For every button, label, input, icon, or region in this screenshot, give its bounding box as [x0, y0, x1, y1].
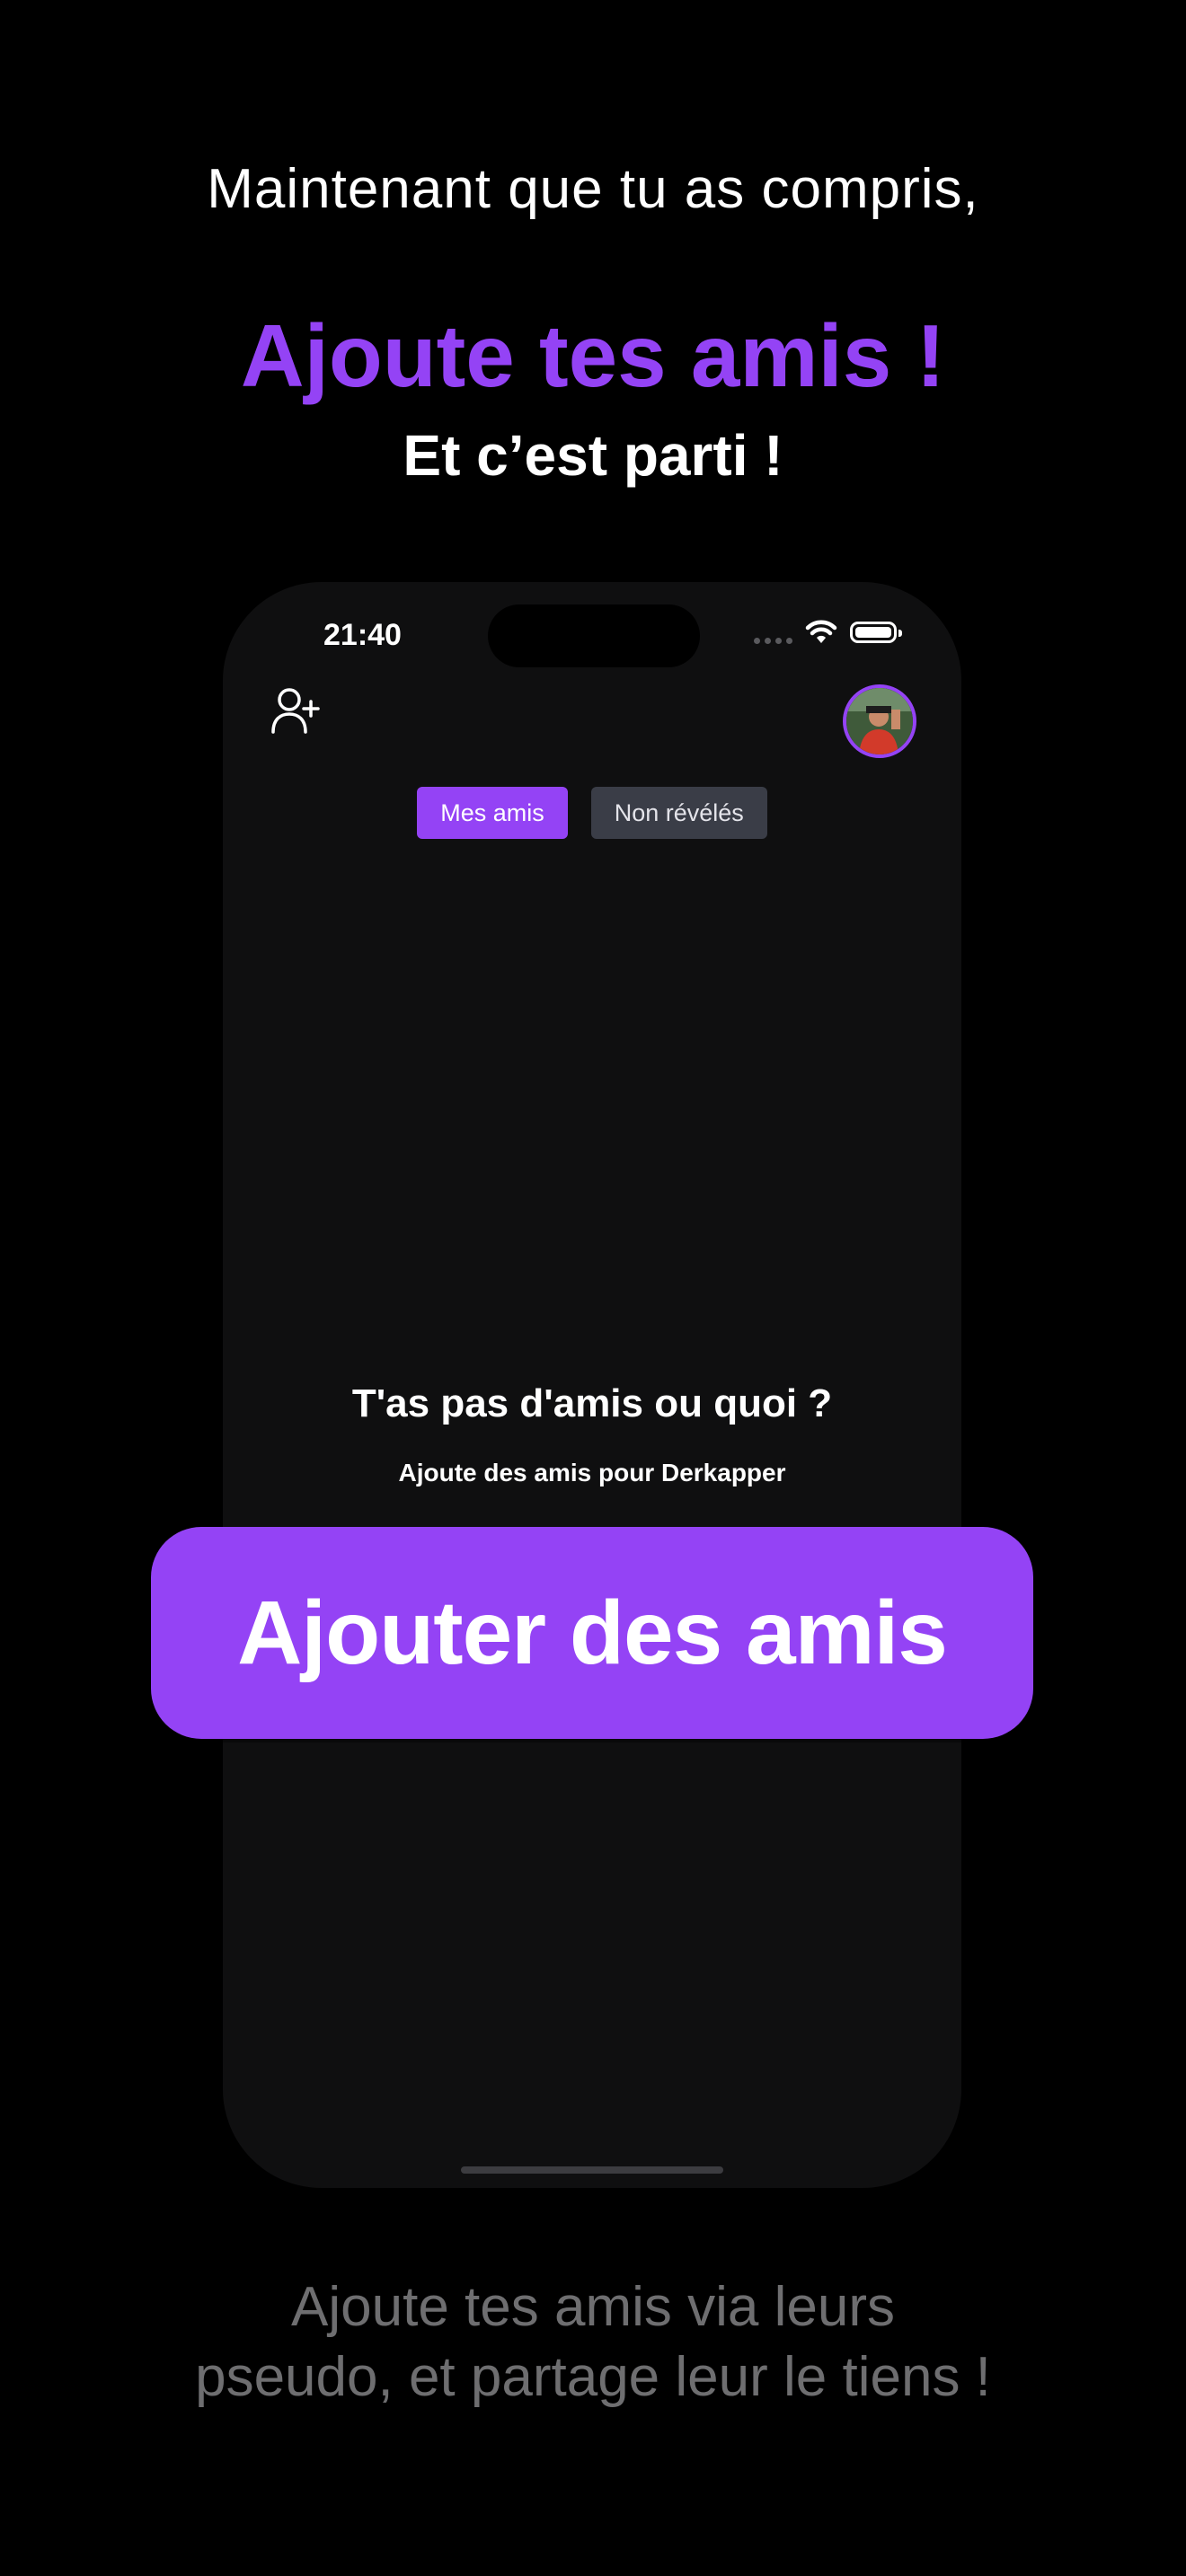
- empty-state-subtitle: Ajoute des amis pour Derkapper: [398, 1459, 786, 1486]
- empty-state-title: T'as pas d'amis ou quoi ?: [351, 1381, 833, 1425]
- battery-icon: [850, 622, 902, 643]
- footer-line-1: Ajoute tes amis via leurs: [291, 2276, 895, 2338]
- footer-text: Ajoute tes amis via leurs pseudo, et par…: [0, 2272, 1186, 2413]
- add-user-icon[interactable]: [270, 685, 320, 736]
- headline: Ajoute tes amis !: [240, 306, 946, 405]
- avatar-image: [846, 688, 913, 754]
- tab-non-reveles[interactable]: Non révélés: [590, 787, 767, 839]
- phone-mockup: 21:40 Mes amis Non révélés T'as pas d'am…: [223, 582, 961, 2188]
- wifi-icon: [805, 620, 837, 643]
- avatar[interactable]: [843, 684, 916, 758]
- add-friends-button[interactable]: Ajouter des amis: [151, 1527, 1033, 1739]
- tab-mes-amis[interactable]: Mes amis: [417, 787, 568, 839]
- tab-bar: Mes amis Non révélés: [223, 787, 961, 839]
- dynamic-island: [488, 604, 700, 667]
- status-icons: [754, 620, 902, 645]
- status-time: 21:40: [323, 618, 402, 652]
- home-indicator: [461, 2166, 723, 2174]
- signal-icon: [754, 621, 792, 644]
- subheadline: Et c’est parti !: [403, 423, 783, 488]
- intro-text: Maintenant que tu as compris,: [207, 158, 979, 220]
- footer-line-2: pseudo, et partage leur le tiens !: [195, 2346, 991, 2408]
